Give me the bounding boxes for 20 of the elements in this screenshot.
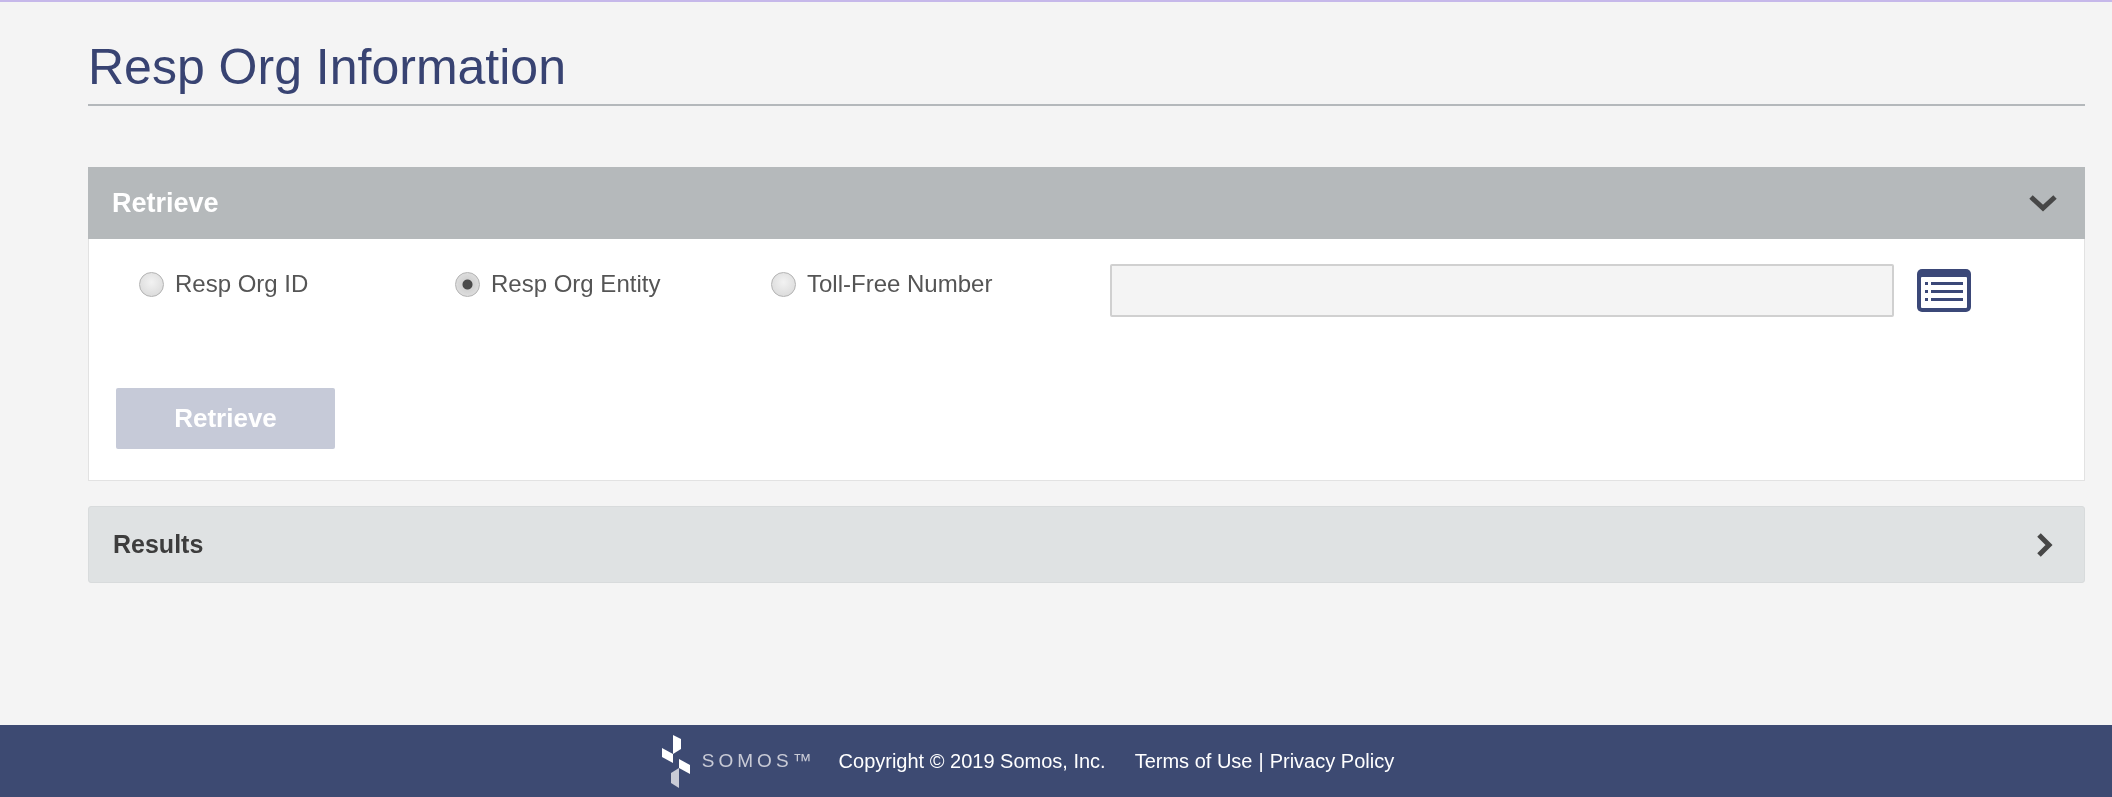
panel-title: Retrieve bbox=[112, 187, 219, 219]
copyright-text: Copyright © 2019 Somos, Inc. bbox=[838, 749, 1106, 773]
footer-link[interactable]: Terms of Use bbox=[1134, 749, 1253, 773]
link-separator: | bbox=[1258, 749, 1264, 773]
radio-button[interactable] bbox=[139, 271, 164, 297]
list-icon[interactable] bbox=[1916, 268, 1972, 313]
footer-link[interactable]: Privacy Policy bbox=[1269, 749, 1395, 773]
panel-title: Results bbox=[113, 530, 204, 559]
page-title: Resp Org Information bbox=[88, 38, 567, 96]
radio-button[interactable] bbox=[771, 271, 796, 297]
radio-label: Resp Org Entity bbox=[491, 270, 661, 298]
chevron-down-icon[interactable] bbox=[2028, 194, 2058, 212]
panel-header[interactable]: Results bbox=[88, 506, 2085, 583]
chevron-right-icon[interactable] bbox=[2036, 531, 2054, 558]
logo-text: SOMOS™ bbox=[701, 750, 816, 772]
text-input-field[interactable] bbox=[1110, 264, 1894, 317]
radio-label: Resp Org ID bbox=[175, 270, 309, 298]
radio-label: Toll-Free Number bbox=[807, 270, 993, 298]
radio-button[interactable] bbox=[455, 271, 480, 297]
logo-icon bbox=[661, 734, 690, 788]
